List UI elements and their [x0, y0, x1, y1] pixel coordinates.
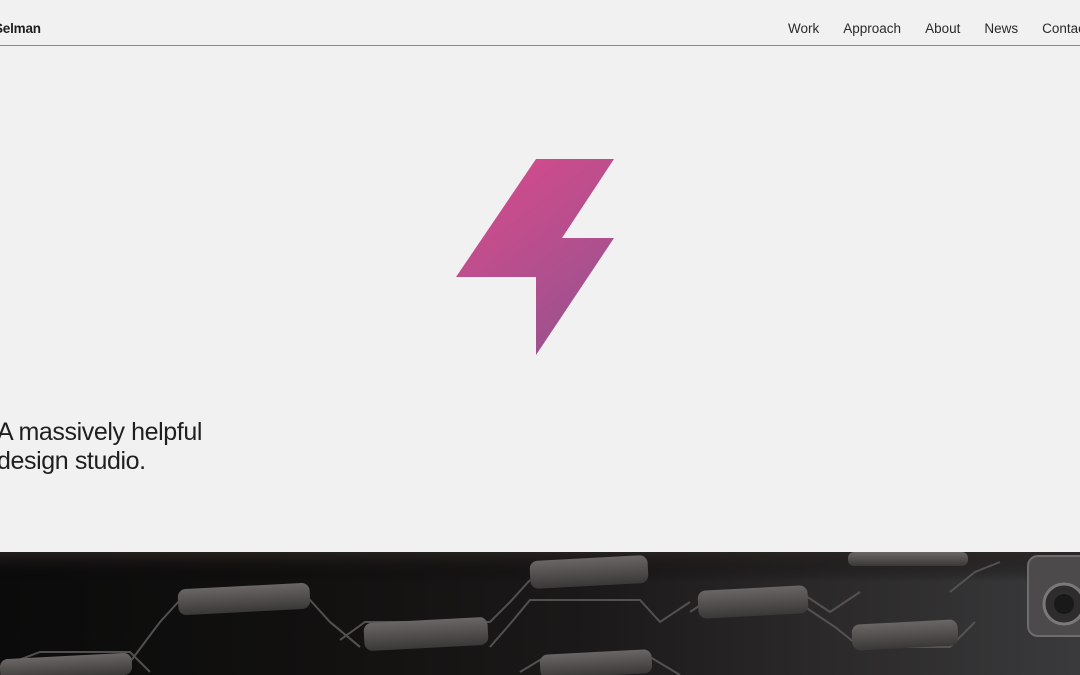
nav-item-news[interactable]: News: [984, 21, 1018, 36]
nav-item-approach[interactable]: Approach: [843, 21, 901, 36]
tagline-line-2: design studio.: [0, 447, 146, 475]
nav-item-work[interactable]: Work: [788, 21, 819, 36]
main-nav: Work Approach About News Contact: [788, 21, 1080, 36]
hero-tagline: A massively helpful design studio.: [0, 418, 202, 476]
tagline-line-1: A massively helpful: [0, 418, 202, 446]
brand-logo-link[interactable]: Selman: [0, 21, 41, 36]
lightning-bolt-icon: [456, 159, 614, 356]
nav-item-about[interactable]: About: [925, 21, 960, 36]
nav-item-contact[interactable]: Contact: [1042, 21, 1080, 36]
page: Selman Work Approach About News Contact …: [0, 0, 1080, 675]
site-header: Selman Work Approach About News Contact: [0, 0, 1080, 46]
car-grille-image: [0, 552, 1080, 675]
